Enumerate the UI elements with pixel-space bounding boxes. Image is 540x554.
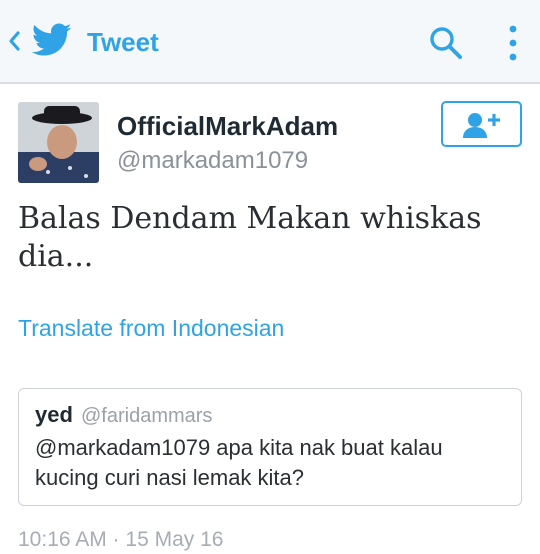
avatar[interactable] <box>18 102 99 183</box>
add-user-icon <box>463 113 500 138</box>
chevron-left-icon[interactable] <box>7 28 21 54</box>
quoted-tweet-card[interactable]: yed @faridammars @markadam1079 apa kita … <box>18 388 522 506</box>
app-bar: Tweet <box>0 0 540 84</box>
page-title: Tweet <box>87 27 159 57</box>
translate-link[interactable]: Translate from Indonesian <box>18 312 284 344</box>
quoted-tweet-handle: @faridammars <box>81 405 213 427</box>
tweet-timestamp: 10:16 AM · 15 May 16 <box>18 528 224 551</box>
quoted-tweet-text: @markadam1079 apa kita nak buat kalau ku… <box>35 435 443 490</box>
avatar-image <box>18 102 99 183</box>
tweet-text: Balas Dendam Makan whiskas dia... <box>18 201 482 274</box>
twitter-bird-icon <box>32 23 72 56</box>
quoted-tweet-name: yed <box>35 402 73 427</box>
user-handle[interactable]: @markadam1079 <box>117 146 308 176</box>
display-name[interactable]: OfficialMarkAdam <box>117 110 338 142</box>
follow-button[interactable] <box>441 101 522 147</box>
more-vertical-icon[interactable] <box>500 22 526 64</box>
search-icon[interactable] <box>427 24 465 62</box>
